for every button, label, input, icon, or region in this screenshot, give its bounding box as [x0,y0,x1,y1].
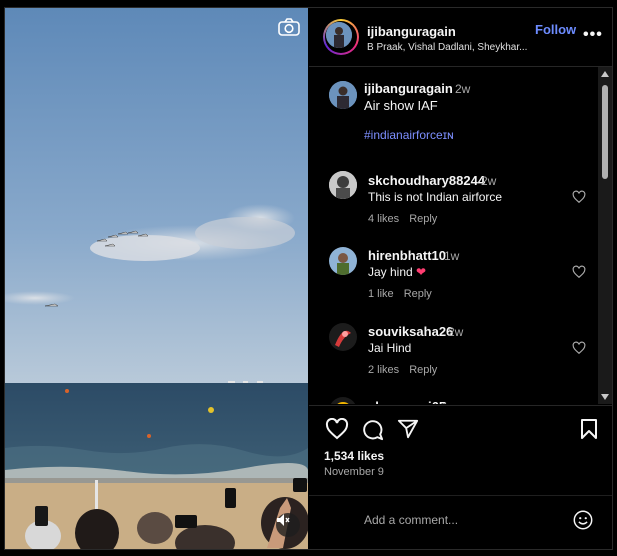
comment-avatar[interactable] [329,323,357,351]
follow-button[interactable]: Follow [535,22,576,37]
comments-list[interactable]: ijibanguragain 2w Air show IAF #indianai… [309,67,612,404]
like-count[interactable]: 1,534 likes [324,449,384,463]
post-video[interactable] [5,8,308,549]
caption-avatar[interactable] [329,81,357,109]
comment-avatar[interactable] [329,171,357,199]
reply-button[interactable]: Reply [404,288,432,300]
comment-text: Jay hind ❤ [368,265,427,279]
comment-time: 2w [448,325,464,339]
comment-username[interactable]: chayasoni65 [368,399,446,404]
comment-username[interactable]: skchoudhary88244 [368,173,485,188]
heart-icon[interactable] [572,341,586,355]
comment-meta: 2 likes Reply [368,364,447,376]
scroll-down-arrow[interactable] [601,394,609,400]
comment-time: 2w [481,174,497,188]
comment-time: 1w [444,249,460,263]
comment-likes[interactable]: 1 like [368,288,394,300]
video-frame [5,8,308,549]
comment-time: 1w [442,400,457,404]
comment-meta: 4 likes Reply [368,213,447,225]
scroll-thumb[interactable] [602,85,608,179]
comments-scrollbar[interactable] [598,67,612,404]
comment-avatar[interactable] [329,247,357,275]
comment-avatar[interactable] [329,397,357,404]
post-date: November 9 [324,466,384,478]
caption-time: 2w [455,82,471,96]
author-avatar[interactable] [323,19,359,55]
comment-username[interactable]: souviksaha26 [368,324,453,339]
caption-text: Air show IAF [364,98,438,113]
comment-input[interactable]: Add a comment... [364,513,458,527]
reply-button[interactable]: Reply [409,364,437,376]
comment-meta: 1 like Reply [368,288,442,300]
post-header: ijibanguragain B Praak, Vishal Dadlani, … [309,8,612,67]
bookmark-icon[interactable] [580,418,598,445]
caption-username[interactable]: ijibanguragain [364,81,453,96]
speaker-muted-icon[interactable] [276,513,300,537]
post-dialog: ijibanguragain B Praak, Vishal Dadlani, … [4,7,613,550]
comment-icon[interactable] [361,418,384,446]
smiley-icon[interactable] [572,509,594,536]
more-horizontal-icon[interactable]: ••• [583,26,603,44]
heart-emoji: ❤ [416,265,427,279]
comment-username[interactable]: hirenbhatt10 [368,248,446,263]
camera-icon [278,18,300,36]
comment-bar: Add a comment... [309,495,612,549]
comment-likes[interactable]: 2 likes [368,364,399,376]
comment-text: Jai Hind [368,341,412,355]
heart-icon[interactable] [325,417,349,445]
heart-icon[interactable] [572,265,586,279]
comment-text: This is not Indian airforce [368,190,503,204]
scroll-up-arrow[interactable] [601,71,609,77]
post-sidebar: ijibanguragain B Praak, Vishal Dadlani, … [309,8,612,549]
reply-button[interactable]: Reply [409,213,437,225]
author-username[interactable]: ijibanguragain [367,24,456,39]
post-actions: 1,534 likes November 9 Add a comment... [309,405,612,549]
heart-icon[interactable] [572,190,586,204]
caption-hashtag[interactable]: #indianairforceɪɴ [364,128,454,142]
audio-credits[interactable]: B Praak, Vishal Dadlani, Sheykhar... [367,42,527,53]
comment-likes[interactable]: 4 likes [368,213,399,225]
send-icon[interactable] [397,418,419,445]
